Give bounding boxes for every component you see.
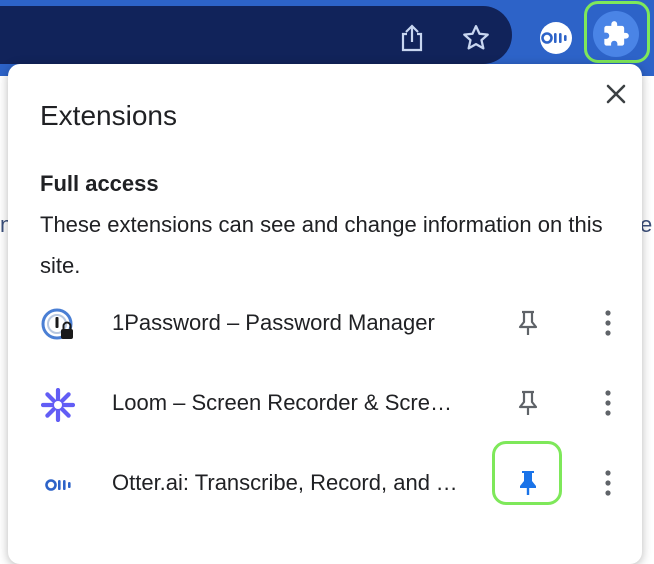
extension-name: Loom – Screen Recorder & Screen Capture bbox=[112, 390, 462, 415]
pin-outline-icon bbox=[518, 310, 538, 335]
more-options-button[interactable] bbox=[592, 465, 624, 501]
vertical-dots-icon bbox=[605, 310, 611, 336]
share-icon[interactable] bbox=[392, 18, 432, 58]
pin-button[interactable] bbox=[510, 385, 546, 421]
pin-outline-icon bbox=[518, 390, 538, 415]
popup-title: Extensions bbox=[40, 100, 177, 131]
pin-filled-icon bbox=[520, 471, 536, 495]
loom-icon bbox=[40, 387, 76, 423]
pin-button[interactable] bbox=[510, 305, 546, 341]
otter-icon bbox=[40, 467, 80, 503]
section-title: Full access bbox=[40, 171, 159, 196]
section-description: These extensions can see and change info… bbox=[40, 212, 603, 278]
otter-icon bbox=[540, 22, 572, 54]
address-bar[interactable] bbox=[0, 6, 512, 64]
onepassword-icon bbox=[40, 307, 76, 343]
extensions-button[interactable] bbox=[593, 11, 639, 57]
bookmark-star-icon[interactable] bbox=[456, 18, 496, 58]
more-options-button[interactable] bbox=[592, 305, 624, 341]
otter-toolbar-button[interactable] bbox=[536, 18, 576, 58]
extensions-popup: Extensions Full access These extensions … bbox=[8, 64, 642, 564]
close-icon bbox=[606, 84, 626, 104]
vertical-dots-icon bbox=[605, 470, 611, 496]
pin-button-active[interactable] bbox=[510, 465, 546, 501]
extension-name: 1Password – Password Manager bbox=[112, 310, 435, 335]
extension-name: Otter.ai: Transcribe, Record, and Take N… bbox=[112, 470, 462, 495]
extension-row-otter[interactable]: Otter.ai: Transcribe, Record, and Take N… bbox=[8, 441, 642, 517]
close-button[interactable] bbox=[600, 78, 632, 110]
extension-row-1password[interactable]: 1Password – Password Manager bbox=[8, 291, 642, 357]
puzzle-icon bbox=[604, 21, 629, 46]
more-options-button[interactable] bbox=[592, 385, 624, 421]
extension-row-loom[interactable]: Loom – Screen Recorder & Screen Capture bbox=[8, 371, 642, 437]
vertical-dots-icon bbox=[605, 390, 611, 416]
